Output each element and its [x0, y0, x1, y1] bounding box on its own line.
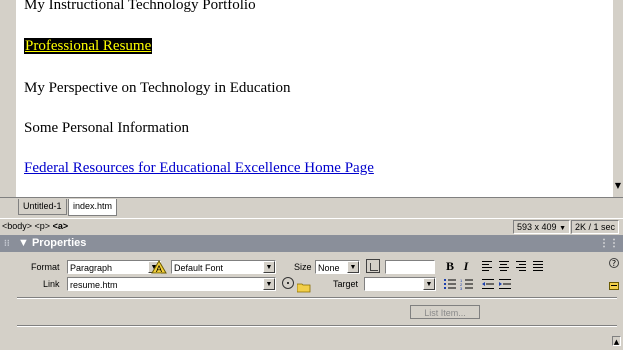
link-professional-resume[interactable]: Professional Resume	[24, 38, 153, 54]
align-left-icon[interactable]	[481, 260, 493, 272]
size-select[interactable]: None ▼	[315, 260, 360, 274]
size-label: Size	[294, 262, 312, 272]
folder-icon[interactable]	[296, 278, 311, 293]
target-label: Target	[333, 279, 359, 289]
bold-button[interactable]: B	[443, 259, 457, 273]
align-justify-icon[interactable]	[532, 260, 544, 272]
svg-text:3: 3	[460, 286, 463, 290]
text-personal-info: Some Personal Information	[24, 120, 189, 136]
chevron-down-icon: ▼	[559, 225, 566, 232]
panel-divider	[17, 325, 617, 327]
color-picker-icon	[370, 263, 378, 271]
text-perspective: My Perspective on Technology in Educatio…	[24, 80, 291, 96]
window-size-value: 593 x 409	[517, 222, 557, 232]
chevron-down-icon[interactable]: ▼	[347, 261, 359, 273]
chevron-down-icon[interactable]: ▼	[263, 278, 275, 290]
properties-header[interactable]: ⁝⁝ ▼ Properties ⋮⋮	[0, 235, 623, 252]
text-color-swatch[interactable]	[366, 259, 380, 273]
css-style-icon[interactable]: A	[151, 259, 167, 274]
chevron-down-icon[interactable]: ▼	[263, 261, 275, 273]
vertical-scrollbar[interactable]: ▼	[613, 0, 623, 197]
window-size-menu[interactable]: 593 x 409 ▼	[513, 220, 570, 234]
point-to-file-icon[interactable]	[282, 277, 294, 289]
chevron-down-icon[interactable]: ▼	[423, 278, 435, 290]
indent-icon[interactable]	[498, 278, 512, 290]
svg-text:A: A	[156, 264, 162, 274]
font-value: Default Font	[174, 263, 224, 273]
panel-options-icon[interactable]: ⋮⋮	[599, 235, 619, 252]
quick-tag-editor-icon[interactable]	[609, 276, 619, 290]
tag-body[interactable]: <body>	[2, 221, 32, 231]
font-select[interactable]: Default Font ▼	[171, 260, 276, 274]
collapse-arrow-icon[interactable]: ▼	[18, 237, 29, 249]
tag-a[interactable]: <a>	[53, 221, 69, 231]
tab-untitled-1[interactable]: Untitled-1	[18, 199, 67, 215]
align-right-icon[interactable]	[515, 260, 527, 272]
unordered-list-icon[interactable]	[443, 278, 457, 290]
help-icon[interactable]: ?	[609, 258, 619, 268]
list-item-button[interactable]: List Item...	[410, 305, 480, 319]
format-label: Format	[31, 262, 60, 272]
link-label: Link	[43, 279, 60, 289]
design-view: My Instructional Technology Portfolio Pr…	[0, 0, 623, 197]
align-center-icon[interactable]	[498, 260, 510, 272]
tag-p[interactable]: <p>	[35, 221, 51, 231]
link-field[interactable]: resume.htm ▼	[67, 277, 276, 291]
italic-button[interactable]: I	[459, 259, 473, 273]
heading-portfolio: My Instructional Technology Portfolio	[24, 0, 256, 13]
panel-divider	[17, 297, 617, 299]
size-value: None	[318, 263, 340, 273]
tab-index-htm[interactable]: index.htm	[68, 199, 118, 216]
outdent-icon[interactable]	[481, 278, 495, 290]
link-federal-resources[interactable]: Federal Resources for Educational Excell…	[24, 160, 374, 176]
target-select[interactable]: ▼	[364, 277, 436, 291]
link-value: resume.htm	[70, 280, 118, 290]
ordered-list-icon[interactable]: 123	[460, 278, 474, 291]
tag-selector: <body> <p> <a>	[2, 221, 68, 231]
document-page[interactable]: My Instructional Technology Portfolio Pr…	[16, 0, 613, 197]
text-color-field[interactable]	[385, 260, 435, 274]
expand-panel-icon[interactable]: ▲	[612, 336, 621, 346]
document-tabs: Untitled-1 index.htm	[0, 197, 623, 218]
properties-title: Properties	[31, 237, 87, 249]
properties-panel: ⁝⁝ ▼ Properties ⋮⋮	[0, 235, 623, 350]
status-bar: <body> <p> <a> 593 x 409 ▼ 2K / 1 sec	[0, 218, 623, 235]
scroll-down-icon[interactable]: ▼	[613, 178, 623, 194]
format-select[interactable]: Paragraph ▼	[67, 260, 161, 274]
grip-icon[interactable]: ⁝⁝	[4, 235, 10, 252]
download-time: 2K / 1 sec	[571, 220, 620, 234]
format-value: Paragraph	[70, 263, 113, 273]
